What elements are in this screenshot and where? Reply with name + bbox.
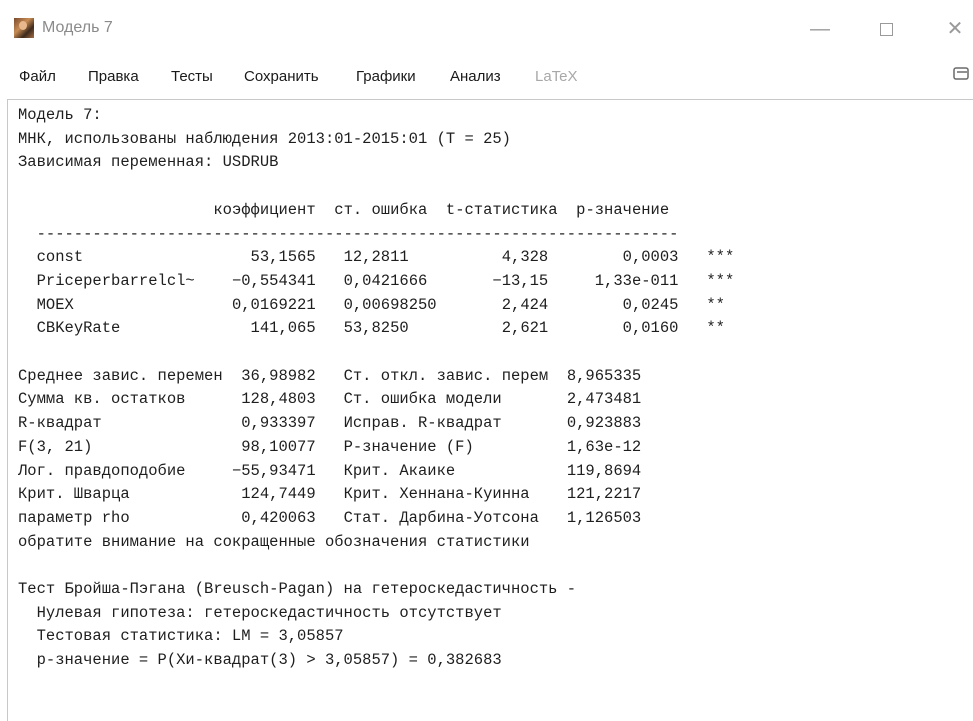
coef-value: 53,1565 <box>204 248 316 267</box>
test-result-line: p-значение = P(Хи-квадрат(3) > 3,05857) … <box>18 651 502 670</box>
menu-save[interactable]: Сохранить <box>244 68 319 85</box>
menu-latex: LaTeX <box>535 68 578 85</box>
stat-value: 121,2217 <box>566 485 642 504</box>
std-error-value: 53,8250 <box>343 319 456 338</box>
significance-stars: ** <box>706 295 725 314</box>
stat-label: Ст. ошибка модели <box>343 390 558 409</box>
maximize-button[interactable] <box>866 12 906 46</box>
significance-stars: ** <box>706 319 725 338</box>
report-header-line: МНК, использованы наблюдения 2013:01-201… <box>18 129 511 148</box>
stat-value: 98,10077 <box>231 437 316 456</box>
stat-value: 0,923883 <box>566 414 642 433</box>
stat-label: F(3, 21) <box>18 437 232 456</box>
model-output-text: Модель 7: МНК, использованы наблюдения 2… <box>18 106 735 670</box>
stat-label: Р-значение (F) <box>343 437 558 456</box>
coef-value: −0,554341 <box>204 271 316 290</box>
app-icon <box>14 18 34 38</box>
stat-value: 1,63e-12 <box>566 437 642 456</box>
stat-label: Лог. правдоподобие <box>18 461 232 480</box>
stat-label: Ст. откл. завис. перем <box>343 366 558 385</box>
p-value: 0,0003 <box>566 248 679 267</box>
stat-value: 1,126503 <box>566 508 642 527</box>
report-header-line: Зависимая переменная: USDRUB <box>18 153 279 172</box>
menu-analysis[interactable]: Анализ <box>450 68 501 85</box>
stat-value: 0,933397 <box>231 414 316 433</box>
stat-label: Крит. Хеннана-Куинна <box>343 485 558 504</box>
column-header: коэффициент <box>213 200 316 219</box>
menu-tests[interactable]: Тесты <box>171 68 213 85</box>
stat-label: Стат. Дарбина-Уотсона <box>343 508 558 527</box>
significance-stars: *** <box>706 271 735 290</box>
title-bar: Модель 7 — ✕ <box>0 0 973 58</box>
stat-value: −55,93471 <box>231 461 316 480</box>
stat-value: 2,473481 <box>566 390 642 409</box>
stat-label: Среднее завис. перемен <box>18 366 232 385</box>
test-result-line: Тестовая статистика: LM = 3,05857 <box>18 627 344 646</box>
p-value: 0,0160 <box>566 319 679 338</box>
maximize-icon <box>879 23 893 37</box>
menu-bar: Файл Правка Тесты Сохранить Графики Анал… <box>0 58 973 98</box>
coef-value: 141,065 <box>204 319 316 338</box>
std-error-value: 0,0421666 <box>343 271 456 290</box>
std-error-value: 12,2811 <box>343 248 456 267</box>
std-error-value: 0,00698250 <box>343 295 456 314</box>
t-stat-value: 2,621 <box>455 319 549 338</box>
p-value: 1,33e-011 <box>566 271 679 290</box>
menu-edit[interactable]: Правка <box>88 68 139 85</box>
stat-label: Крит. Шварца <box>18 485 232 504</box>
stat-label: параметр rho <box>18 508 232 527</box>
report-header-line: Модель 7: <box>18 106 102 124</box>
test-result-line: Нулевая гипотеза: гетероскедастичность о… <box>18 603 502 622</box>
stat-value: 124,7449 <box>231 485 316 504</box>
stats-note: обратите внимание на сокращенные обознач… <box>18 532 530 551</box>
column-header: p-значение <box>576 200 670 219</box>
stat-label: R-квадрат <box>18 414 232 433</box>
copy-icon[interactable] <box>953 65 969 81</box>
column-header: ст. ошибка <box>334 200 428 219</box>
close-button[interactable]: ✕ <box>935 12 973 46</box>
stat-label: Сумма кв. остатков <box>18 390 232 409</box>
stat-value: 0,420063 <box>231 508 316 527</box>
window-title: Модель 7 <box>42 19 113 36</box>
t-stat-value: −13,15 <box>455 271 549 290</box>
test-result-line: Тест Бройша-Пэгана (Breusch-Pagan) на ге… <box>18 580 577 599</box>
t-stat-value: 4,328 <box>455 248 549 267</box>
stat-value: 119,8694 <box>566 461 642 480</box>
stat-value: 128,4803 <box>231 390 316 409</box>
stat-label: Крит. Акаике <box>343 461 558 480</box>
coef-name: CBKeyRate <box>36 319 205 338</box>
menu-graphs[interactable]: Графики <box>356 68 416 85</box>
coef-name: Priceperbarrelcl~ <box>36 271 205 290</box>
stat-value: 8,965335 <box>566 366 642 385</box>
stat-value: 36,98982 <box>231 366 316 385</box>
output-pane[interactable]: Модель 7: МНК, использованы наблюдения 2… <box>7 99 973 721</box>
minimize-button[interactable]: — <box>800 12 840 46</box>
t-stat-value: 2,424 <box>455 295 549 314</box>
p-value: 0,0245 <box>566 295 679 314</box>
coef-value: 0,0169221 <box>204 295 316 314</box>
coef-name: const <box>36 248 205 267</box>
significance-stars: *** <box>706 248 735 267</box>
coef-name: MOEX <box>36 295 205 314</box>
stat-label: Исправ. R-квадрат <box>343 414 558 433</box>
column-header: t-статистика <box>445 200 558 219</box>
menu-file[interactable]: Файл <box>19 68 56 85</box>
